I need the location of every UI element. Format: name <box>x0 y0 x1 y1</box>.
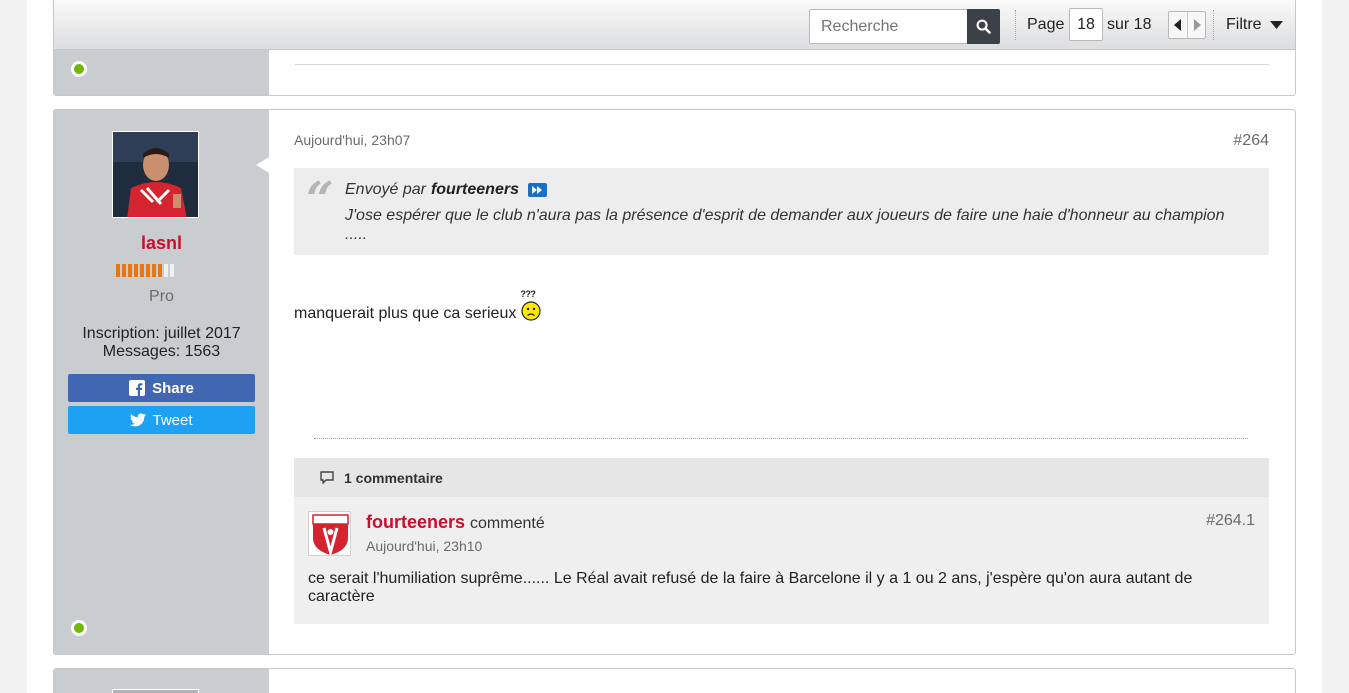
search-icon <box>976 19 991 34</box>
comment-verb: commenté <box>470 515 545 532</box>
caret-left-icon <box>1174 19 1181 31</box>
online-status-icon <box>71 620 87 636</box>
rank-segment <box>152 264 156 277</box>
sidebar-pointer <box>256 157 269 173</box>
rank-bar <box>116 264 174 277</box>
twitter-icon <box>130 413 147 427</box>
comment-author-username[interactable]: fourteeners <box>366 512 465 533</box>
post-body-text: manquerait plus que ca serieux <box>294 305 517 322</box>
comment-number-link[interactable]: #264.1 <box>1206 512 1255 530</box>
quote-header: Envoyé par fourteeners <box>345 181 547 199</box>
tweet-label: Tweet <box>152 411 193 429</box>
online-status-icon <box>71 61 87 77</box>
quote-prefix: Envoyé par <box>345 181 426 198</box>
rank-segment <box>158 264 162 277</box>
page-number-input[interactable]: 18 <box>1069 8 1103 41</box>
quote-text: J'ose espérer que le club n'aura pas la … <box>345 207 1225 243</box>
avatar[interactable] <box>112 689 199 693</box>
rank-segment <box>134 264 138 277</box>
filter-button[interactable]: Filtre <box>1226 16 1283 34</box>
tweet-button[interactable]: Tweet <box>68 406 255 434</box>
facebook-icon <box>129 380 146 396</box>
filter-label: Filtre <box>1226 16 1262 33</box>
comment-text: ce serait l'humiliation suprême...... Le… <box>308 570 1193 605</box>
comments-header[interactable]: 1 commentaire <box>294 458 1269 497</box>
rank-title: Pro <box>149 288 174 305</box>
comment-date: Aujourd'hui, 23h10 <box>366 538 483 554</box>
goto-post-icon[interactable] <box>527 183 547 197</box>
page-nav <box>1168 11 1206 39</box>
quote-author: fourteeners <box>430 181 519 198</box>
share-label: Share <box>152 379 194 397</box>
next-post <box>53 668 1296 693</box>
rank-segment <box>128 264 132 277</box>
post-separator <box>295 64 1269 65</box>
thread-toolbar: Page 18 sur 18 Filtre <box>53 0 1296 50</box>
comment: fourteeners commenté Aujourd'hui, 23h10 … <box>294 497 1269 624</box>
caret-down-icon <box>1269 21 1283 29</box>
user-info: Inscription: juillet 2017 Messages: 1563 <box>54 325 269 361</box>
rank-segment <box>170 264 174 277</box>
post-date: Aujourd'hui, 23h07 <box>294 132 411 148</box>
post-divider <box>314 438 1248 439</box>
comment-icon <box>320 471 334 484</box>
prev-page-button[interactable] <box>1169 12 1187 38</box>
quote-mark-icon: “ <box>306 172 334 228</box>
search-box <box>809 9 1000 44</box>
quote-block: “ Envoyé par fourteeners J'ose espérer q… <box>294 168 1269 255</box>
facebook-share-button[interactable]: Share <box>68 374 255 402</box>
comments-count: 1 commentaire <box>344 469 443 486</box>
avatar[interactable] <box>112 131 199 218</box>
rank-segment <box>164 264 168 277</box>
toolbar-divider <box>1015 10 1016 40</box>
rank-segment <box>146 264 150 277</box>
page-label: Page <box>1027 16 1065 33</box>
message-count: Messages: 1563 <box>102 343 221 360</box>
comment-avatar[interactable] <box>308 511 351 556</box>
next-page-button[interactable] <box>1187 12 1205 38</box>
toolbar-divider <box>1213 10 1214 40</box>
search-input[interactable] <box>810 10 968 43</box>
rank-segment <box>122 264 126 277</box>
join-date: Inscription: juillet 2017 <box>82 325 241 342</box>
smiley-text: ??? <box>520 289 536 299</box>
post-number-link[interactable]: #264 <box>1233 132 1269 150</box>
page-total-label: sur 18 <box>1107 16 1152 33</box>
search-button[interactable] <box>967 9 1000 44</box>
confused-smiley-icon: ??? <box>519 289 543 323</box>
post-body: manquerait plus que ca serieux ??? <box>294 289 543 323</box>
post-user-sidebar: lasnl Pro Inscription: juillet 2017 Mess… <box>54 110 269 654</box>
comment-author-line: fourteeners commenté <box>366 512 545 533</box>
rank-segment <box>140 264 144 277</box>
caret-right-icon <box>1193 19 1201 31</box>
post-author-username[interactable]: lasnl <box>54 233 269 254</box>
rank-segment <box>116 264 120 277</box>
forum-post: lasnl Pro Inscription: juillet 2017 Mess… <box>53 109 1296 655</box>
